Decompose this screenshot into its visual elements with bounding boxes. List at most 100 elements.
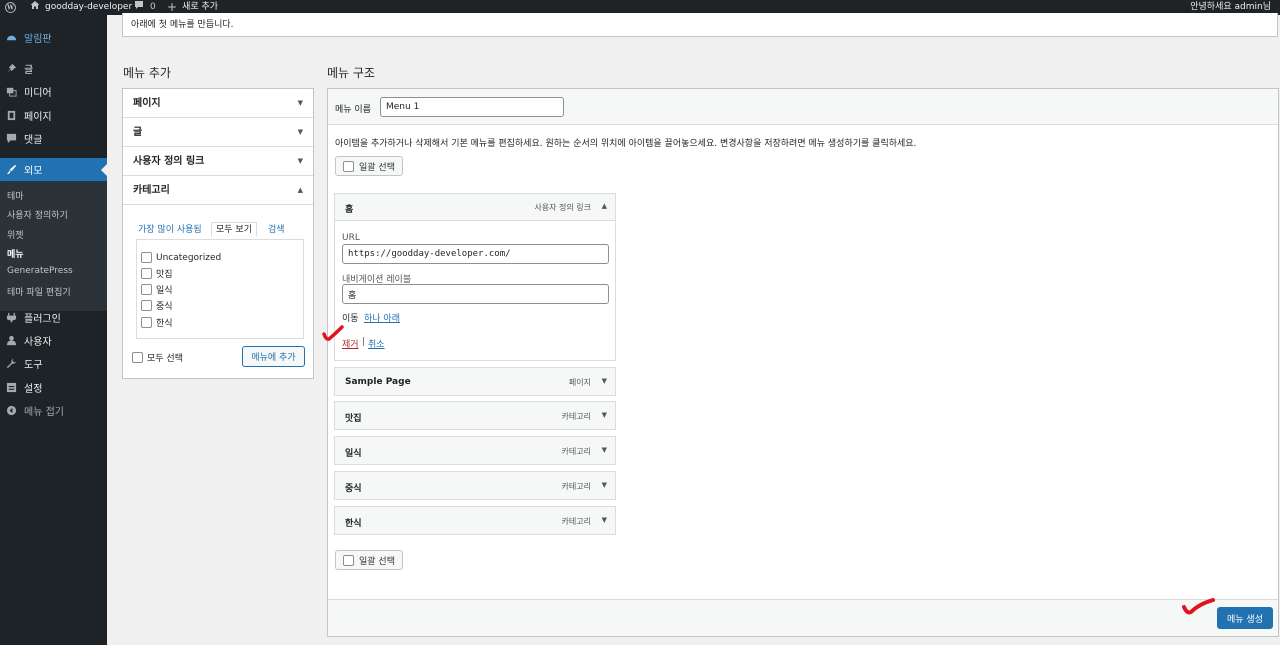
user-icon (5, 335, 17, 347)
add-to-menu-button[interactable]: 메뉴에 추가 (242, 346, 305, 367)
move-label: 이동 (342, 314, 359, 324)
sidebar-label: 외모 (24, 166, 43, 177)
sidebar-item-dashboard[interactable]: 알림판 (0, 26, 107, 49)
checkbox[interactable] (141, 317, 152, 328)
wordpress-logo-icon[interactable]: W (5, 0, 16, 15)
sidebar-label: 댓글 (24, 135, 43, 146)
comment-icon (5, 133, 17, 145)
checkbox[interactable] (141, 300, 152, 311)
checkbox[interactable] (132, 352, 143, 363)
url-label: URL (342, 233, 360, 243)
accordion-pages[interactable]: 페이지 ▼ (123, 89, 313, 118)
category-checkbox-korean[interactable]: 한식 (141, 316, 173, 329)
menu-item-title: Sample Page (345, 377, 411, 387)
menu-item[interactable]: 일식 카테고리 ▼ (334, 436, 616, 465)
menu-item[interactable]: 한식 카테고리 ▼ (334, 506, 616, 535)
accordion-label: 글 (133, 127, 143, 138)
sidebar-item-plugins[interactable]: 플러그인 (0, 306, 107, 329)
submenu-item-menus[interactable]: 메뉴 (7, 247, 24, 260)
menu-item[interactable]: 중식 카테고리 ▼ (334, 471, 616, 500)
sidebar-collapse-button[interactable]: 메뉴 접기 (0, 399, 107, 422)
home-icon (30, 0, 40, 16)
arrow-down-icon[interactable]: ▼ (602, 377, 607, 385)
tab-search[interactable]: 검색 (268, 223, 285, 238)
tab-view-all[interactable]: 모두 보기 (211, 222, 257, 237)
admin-sidebar: 알림판 글 미디어 페이지 댓글 외모 테마 사용자 정의하기 위젯 메뉴 Ge… (0, 15, 107, 645)
menu-item-header[interactable]: 홈 사용자 정의 링크 ▲ (335, 194, 615, 221)
accordion-label: 페이지 (133, 98, 161, 109)
red-check-annotation (1182, 598, 1215, 615)
arrow-down-icon[interactable]: ▼ (602, 446, 607, 454)
menu-item[interactable]: Sample Page 페이지 ▼ (334, 367, 616, 396)
sidebar-label: 글 (24, 65, 34, 76)
category-checkbox-matjip[interactable]: 맛집 (141, 267, 173, 280)
submenu-item-customize[interactable]: 사용자 정의하기 (7, 208, 68, 221)
sidebar-item-posts[interactable]: 글 (0, 57, 107, 80)
menu-item-title: 홈 (345, 205, 354, 215)
checkbox[interactable] (141, 284, 152, 295)
submenu-item-theme-editor[interactable]: 테마 파일 편집기 (7, 285, 71, 298)
arrow-up-icon: ▲ (297, 186, 303, 194)
menu-name-label: 메뉴 이름 (335, 105, 371, 115)
submenu-item-widgets[interactable]: 위젯 (7, 228, 24, 241)
sidebar-label: 도구 (24, 360, 43, 371)
cancel-link[interactable]: 취소 (368, 337, 385, 350)
bulk-select-button-top[interactable]: 일괄 선택 (335, 156, 403, 176)
checkbox-label: 중식 (156, 302, 173, 312)
submenu-item-themes[interactable]: 테마 (7, 189, 24, 202)
arrow-down-icon[interactable]: ▼ (602, 516, 607, 524)
menu-item-title: 맛집 (345, 414, 362, 424)
appearance-submenu: 테마 사용자 정의하기 위젯 메뉴 GeneratePress 테마 파일 편집… (0, 181, 107, 311)
arrow-down-icon: ▼ (297, 157, 303, 165)
create-menu-button[interactable]: 메뉴 생성 (1217, 607, 1273, 629)
sidebar-item-appearance[interactable]: 외모 (0, 158, 107, 181)
checkbox[interactable] (141, 252, 152, 263)
arrow-down-icon[interactable]: ▼ (602, 411, 607, 419)
bulk-select-label: 일괄 선택 (359, 162, 395, 173)
nav-label-input[interactable]: 홈 (342, 284, 609, 304)
accordion-custom-links[interactable]: 사용자 정의 링크 ▼ (123, 147, 313, 176)
sidebar-item-settings[interactable]: 설정 (0, 376, 107, 399)
collapse-icon (5, 405, 17, 417)
sidebar-item-tools[interactable]: 도구 (0, 352, 107, 375)
sidebar-item-pages[interactable]: 페이지 (0, 104, 107, 127)
category-checkbox-japanese[interactable]: 일식 (141, 283, 173, 296)
paintbrush-icon (5, 164, 17, 176)
tab-most-used[interactable]: 가장 많이 사용됨 (138, 223, 202, 238)
move-down-link[interactable]: 하나 아래 (364, 311, 400, 324)
add-menu-items-title: 메뉴 추가 (123, 66, 171, 80)
select-all-checkbox[interactable]: 모두 선택 (132, 351, 183, 364)
accordion-categories[interactable]: 카테고리 ▲ (123, 176, 313, 205)
category-checkbox-uncategorized[interactable]: Uncategorized (141, 252, 221, 263)
accordion-posts[interactable]: 글 ▼ (123, 118, 313, 147)
sidebar-item-media[interactable]: 미디어 (0, 80, 107, 103)
category-checkbox-chinese[interactable]: 중식 (141, 299, 173, 312)
menu-structure-panel (327, 88, 1279, 637)
menu-structure-title: 메뉴 구조 (327, 66, 375, 80)
menu-name-input[interactable]: Menu 1 (380, 97, 564, 117)
site-name-link[interactable]: goodday-developer (30, 0, 132, 15)
arrow-up-icon[interactable]: ▲ (602, 202, 607, 210)
sidebar-label: 플러그인 (24, 314, 61, 325)
sidebar-item-comments[interactable]: 댓글 (0, 127, 107, 150)
sidebar-item-users[interactable]: 사용자 (0, 329, 107, 352)
sidebar-label: 페이지 (24, 112, 52, 123)
accordion-label: 사용자 정의 링크 (133, 156, 205, 167)
arrow-down-icon[interactable]: ▼ (602, 481, 607, 489)
sidebar-label: 사용자 (24, 337, 52, 348)
bulk-select-label: 일괄 선택 (359, 556, 395, 567)
arrow-down-icon: ▼ (297, 128, 303, 136)
menu-footer (328, 599, 1278, 636)
menu-item[interactable]: 맛집 카테고리 ▼ (334, 401, 616, 430)
sidebar-label: 메뉴 접기 (24, 407, 64, 418)
plugin-icon (5, 312, 17, 324)
wrench-icon (5, 358, 17, 370)
bulk-select-button-bottom[interactable]: 일괄 선택 (335, 550, 403, 570)
notice-text: 아래에 첫 메뉴를 만듭니다. (131, 20, 234, 30)
checkbox[interactable] (141, 268, 152, 279)
sidebar-label: 미디어 (24, 88, 52, 99)
menu-item-title: 중식 (345, 484, 362, 494)
submenu-item-generatepress[interactable]: GeneratePress (7, 266, 73, 276)
url-input[interactable]: https://goodday-developer.com/ (342, 244, 609, 264)
checkbox-label: 한식 (156, 319, 173, 329)
